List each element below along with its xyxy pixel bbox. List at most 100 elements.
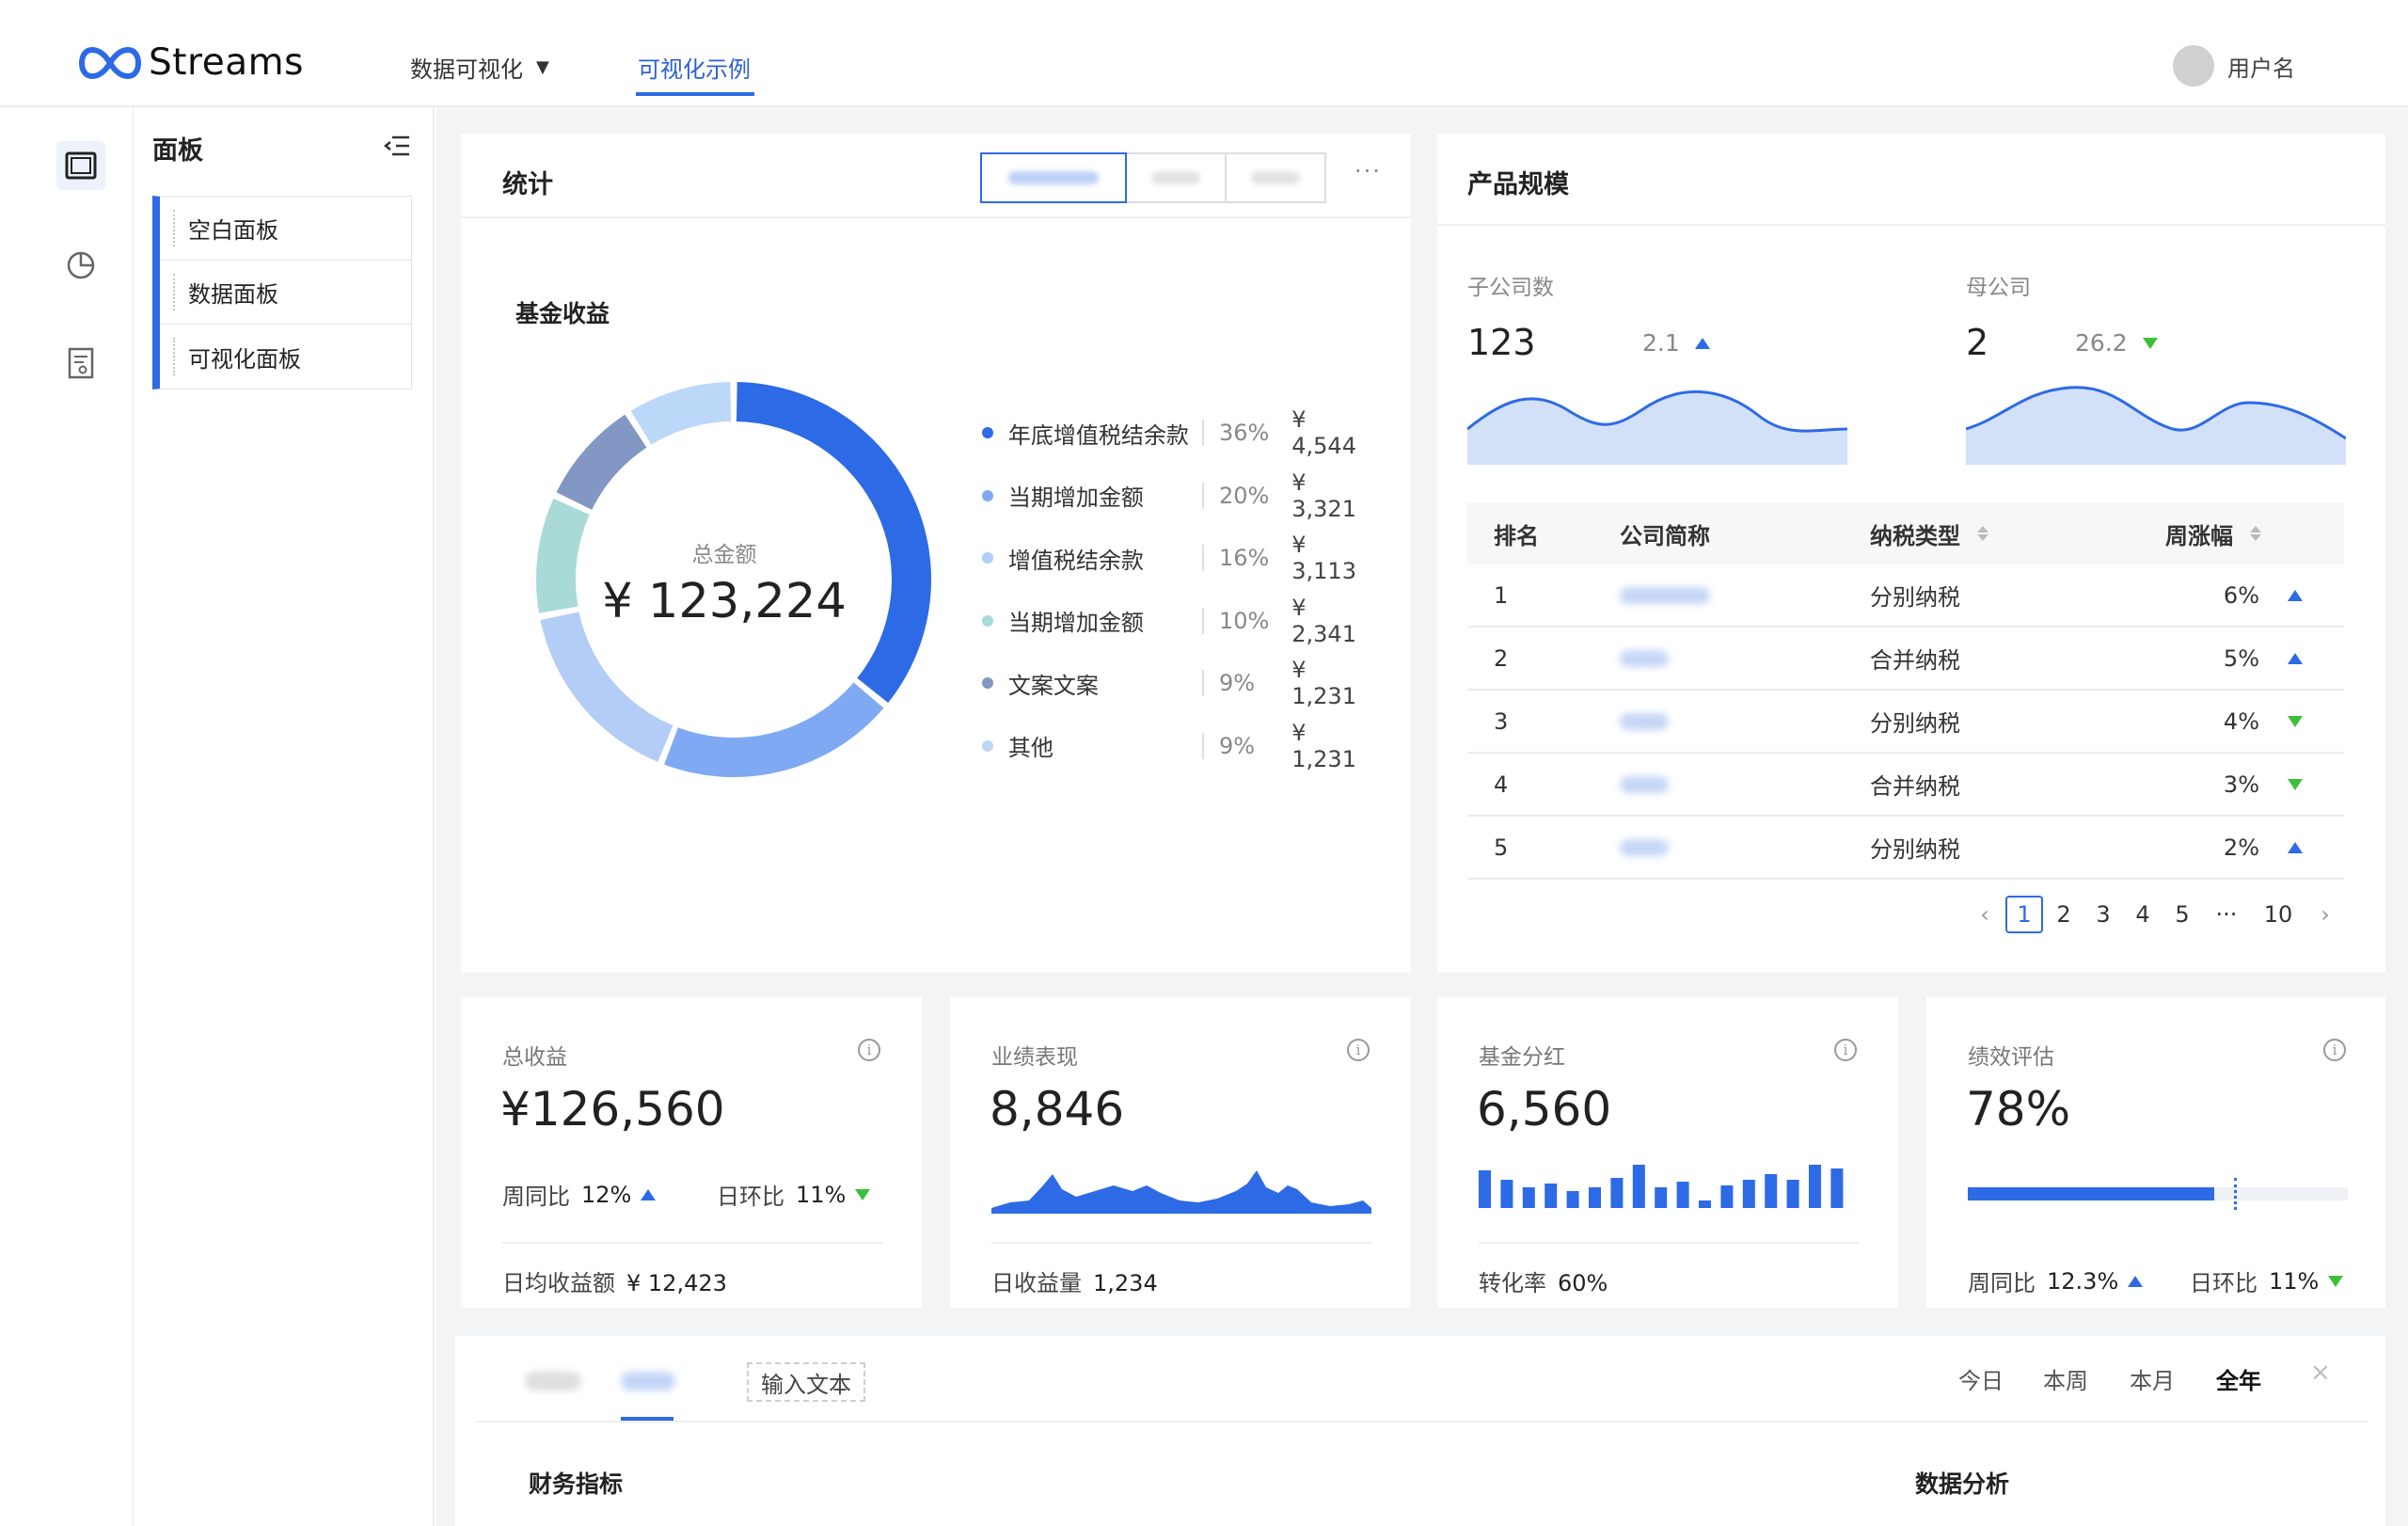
sub-value: 11% <box>796 1181 847 1208</box>
input-text-tag[interactable]: 输入文本 <box>747 1362 865 1402</box>
sub-value: 12% <box>581 1181 632 1208</box>
range-today[interactable]: 今日 <box>1958 1362 2004 1395</box>
donut-slice[interactable] <box>630 382 732 445</box>
table-row[interactable]: 2 合并纳税 5% <box>1467 628 2344 691</box>
segment-tab-1[interactable] <box>980 152 1127 203</box>
range-month[interactable]: 本月 <box>2130 1362 2175 1395</box>
segment-tab-2[interactable] <box>1125 152 1227 203</box>
metric-value: 6,560 <box>1477 1082 1612 1137</box>
mini-bar <box>1786 1180 1799 1208</box>
bottom-card <box>455 1336 2385 1526</box>
col-weekly-change[interactable]: 周涨幅 <box>2124 517 2344 550</box>
cell-tax-type: 合并纳税 <box>1870 773 1960 800</box>
range-week[interactable]: 本周 <box>2043 1362 2088 1395</box>
segment-tab-3[interactable] <box>1225 152 1326 203</box>
legend-percent: 16% <box>1201 545 1291 571</box>
trend-up-icon <box>2288 652 2303 664</box>
cell-company-name <box>1620 838 1870 856</box>
info-icon[interactable]: i <box>1834 1039 1857 1061</box>
legend-item[interactable]: 年底增值税结余款 36% ¥ 4,544 <box>982 406 1377 459</box>
table-header: 排名 公司简称 纳税类型 周涨幅 <box>1467 502 2344 564</box>
table-row[interactable]: 3 分别纳税 4% <box>1467 691 2344 754</box>
user-menu[interactable]: 用户名 <box>2173 45 2295 87</box>
brand-logo[interactable]: Streams <box>79 41 304 84</box>
data-analysis-title: 数据分析 <box>1915 1470 2010 1498</box>
page-5[interactable]: 5 <box>2163 896 2201 933</box>
legend-dot-icon <box>982 489 993 501</box>
donut-slice[interactable] <box>556 414 647 510</box>
info-icon[interactable]: i <box>2323 1039 2346 1061</box>
prev-page-icon[interactable]: ‹ <box>1966 896 2004 933</box>
trend-up-icon <box>1694 337 1710 349</box>
donut-slice[interactable] <box>536 498 590 613</box>
page-3[interactable]: 3 <box>2084 896 2122 933</box>
trend-down-icon <box>855 1188 871 1200</box>
metric-footer: 转化率 60% <box>1479 1264 1608 1297</box>
sidebar-item-data-panel[interactable]: 数据面板 <box>160 261 411 325</box>
legend-dot-icon <box>982 614 993 627</box>
table-row[interactable]: 5 分别纳税 2% <box>1467 817 2344 880</box>
legend-name: 年底增值税结余款 <box>1007 421 1189 449</box>
legend-item[interactable]: 当期增加金额 10% ¥ 2,341 <box>982 595 1377 647</box>
mini-bar <box>1500 1180 1513 1208</box>
close-icon[interactable]: × <box>2310 1359 2331 1387</box>
cell-company-name <box>1620 649 1870 667</box>
legend-value: ¥ 2,341 <box>1291 594 1356 647</box>
next-page-icon[interactable]: › <box>2306 896 2344 933</box>
report-icon[interactable] <box>56 339 105 388</box>
table-row[interactable]: 4 合并纳税 3% <box>1467 754 2344 817</box>
cell-rank: 2 <box>1494 644 1509 672</box>
sidebar-item-blank-panel[interactable]: 空白面板 <box>160 197 411 261</box>
footer-label: 日均收益额 <box>502 1270 615 1296</box>
stats-segmented-control <box>980 152 1326 203</box>
page-1[interactable]: 1 <box>2005 896 2043 933</box>
more-options-icon[interactable]: ··· <box>1354 158 1382 184</box>
page-4[interactable]: 4 <box>2124 896 2162 933</box>
table-row[interactable]: 1 分别纳税 6% <box>1467 564 2344 628</box>
sort-icon[interactable] <box>2250 526 2261 541</box>
info-icon[interactable]: i <box>858 1039 880 1061</box>
donut-slice[interactable] <box>540 612 673 762</box>
nav-data-visualization[interactable]: 数据可视化 ▼ <box>410 51 549 84</box>
col-tax-type[interactable]: 纳税类型 <box>1870 517 2124 550</box>
legend-name: 当期增加金额 <box>1007 610 1144 636</box>
donut-slice[interactable] <box>664 682 884 777</box>
brand-name: Streams <box>149 41 304 84</box>
performance-area-chart <box>991 1170 1371 1214</box>
legend-name: 文案文案 <box>1007 672 1099 699</box>
trend-down-icon <box>2142 337 2158 349</box>
stats-title: 统计 <box>502 170 553 199</box>
parent-sparkline <box>1966 386 2346 465</box>
page-10[interactable]: 10 <box>2252 896 2305 933</box>
nav-visualization-examples[interactable]: 可视化示例 <box>638 51 751 84</box>
legend-percent: 9% <box>1201 670 1291 696</box>
legend-name: 当期增加金额 <box>1007 485 1144 511</box>
page-2[interactable]: 2 <box>2045 896 2083 933</box>
sidebar-title: 面板 <box>152 136 203 166</box>
divider <box>461 216 1411 218</box>
legend-item[interactable]: 其他 9% ¥ 1,231 <box>982 720 1377 772</box>
info-icon[interactable]: i <box>1347 1039 1370 1061</box>
legend-item[interactable]: 文案文案 9% ¥ 1,231 <box>982 657 1377 709</box>
legend-item[interactable]: 增值税结余款 16% ¥ 3,113 <box>982 532 1377 584</box>
subsidiary-count-value: 123 <box>1467 322 1536 363</box>
sort-icon[interactable] <box>1977 526 1988 541</box>
pie-chart-icon[interactable] <box>56 241 105 290</box>
tab-blurred-1[interactable] <box>525 1372 581 1391</box>
dashboard-icon[interactable] <box>56 141 105 190</box>
trend-up-icon <box>641 1188 657 1200</box>
legend-value: ¥ 1,231 <box>1291 657 1356 709</box>
tab-blurred-2[interactable] <box>621 1372 675 1391</box>
legend-item[interactable]: 当期增加金额 20% ¥ 3,321 <box>982 469 1377 522</box>
collapse-menu-icon[interactable] <box>383 132 411 160</box>
divider <box>991 1242 1371 1244</box>
sidebar-list: 空白面板 数据面板 可视化面板 <box>152 196 412 389</box>
sidebar-item-visual-panel[interactable]: 可视化面板 <box>160 325 411 389</box>
legend-name: 其他 <box>1007 735 1054 761</box>
cell-tax-type: 合并纳税 <box>1870 647 1960 674</box>
donut-center-label: 总金额 <box>691 543 757 567</box>
mini-bar <box>1830 1168 1844 1208</box>
range-year[interactable]: 全年 <box>2216 1362 2261 1395</box>
divider <box>1479 1242 1859 1244</box>
page-ellipsis[interactable]: ··· <box>2203 896 2250 933</box>
